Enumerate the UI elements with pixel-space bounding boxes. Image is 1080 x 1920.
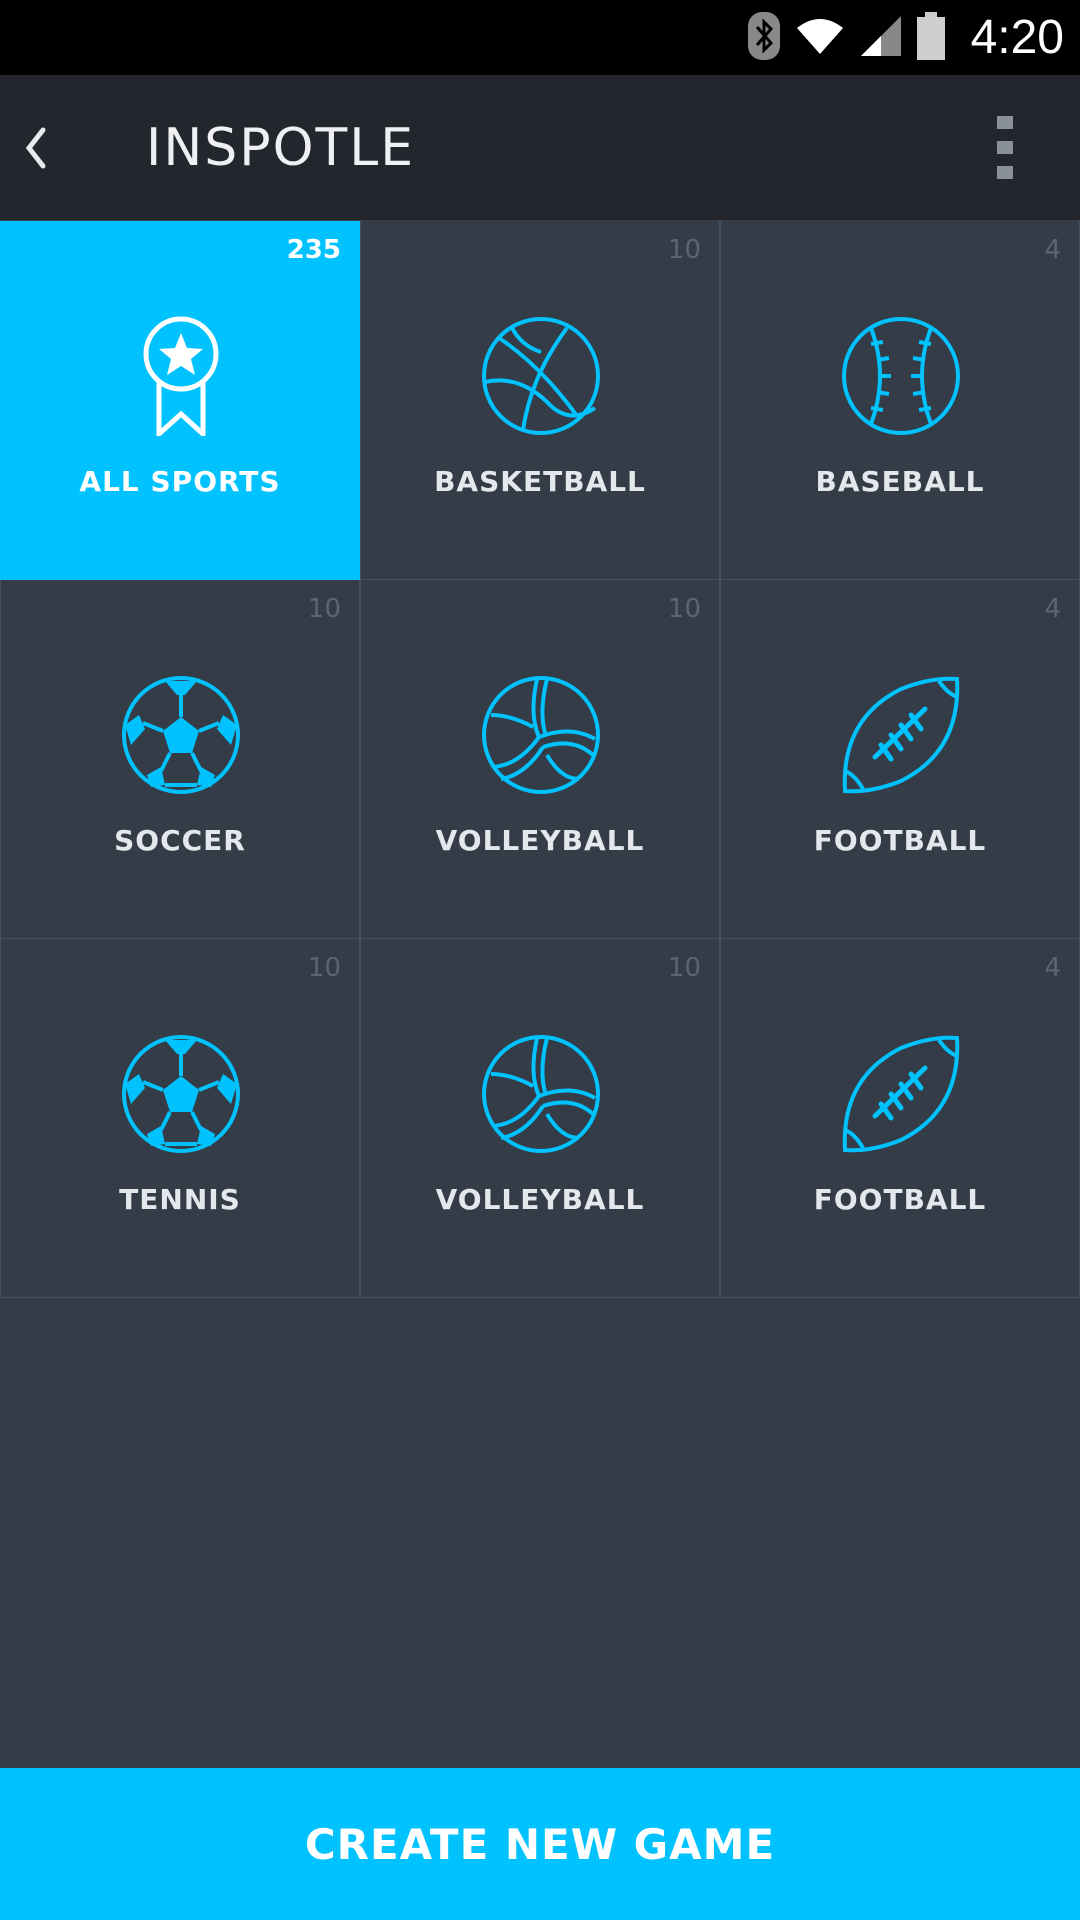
status-icons <box>747 10 945 65</box>
volleyball-icon <box>482 1035 600 1153</box>
tile-label: VOLLEYBALL <box>435 1183 645 1216</box>
tile-label: FOOTBALL <box>813 1183 987 1216</box>
chevron-left-icon <box>25 127 46 168</box>
soccer-ball-icon <box>122 676 240 794</box>
tile-football[interactable]: 4 FOOTBALL <box>720 939 1080 1298</box>
sports-grid: 235 ALL SPORTS 10 BASKETBALL 4 BASEBALL … <box>0 221 1080 1298</box>
tile-count: 4 <box>1044 594 1061 624</box>
volleyball-icon <box>482 676 600 794</box>
tile-count: 235 <box>286 235 341 265</box>
tile-volleyball[interactable]: 10 VOLLEYBALL <box>360 580 720 939</box>
wifi-icon <box>795 16 845 60</box>
back-button[interactable] <box>0 75 70 220</box>
tile-count: 10 <box>667 235 701 265</box>
overflow-menu-button[interactable] <box>975 105 1035 190</box>
tile-label: FOOTBALL <box>813 824 987 857</box>
tile-label: TENNIS <box>119 1183 241 1216</box>
tile-basketball[interactable]: 10 BASKETBALL <box>360 221 720 580</box>
tile-count: 4 <box>1044 953 1061 983</box>
tile-football[interactable]: 4 FOOTBALL <box>720 580 1080 939</box>
tile-label: VOLLEYBALL <box>435 824 645 857</box>
football-icon <box>842 1035 960 1153</box>
soccer-ball-icon <box>122 1035 240 1153</box>
tile-count: 10 <box>307 953 341 983</box>
status-time: 4:20 <box>970 11 1064 64</box>
tile-count: 10 <box>307 594 341 624</box>
tile-volleyball[interactable]: 10 VOLLEYBALL <box>360 939 720 1298</box>
page-title: INSPOTLE <box>146 118 416 178</box>
signal-icon <box>859 14 903 62</box>
bluetooth-icon <box>747 11 781 65</box>
tile-label: ALL SPORTS <box>79 465 281 498</box>
baseball-icon <box>842 317 960 435</box>
tile-count: 10 <box>667 953 701 983</box>
tile-baseball[interactable]: 4 BASEBALL <box>720 221 1080 580</box>
tile-soccer[interactable]: 10 SOCCER <box>0 580 360 939</box>
tile-label: BASKETBALL <box>434 465 646 498</box>
create-new-game-button[interactable]: CREATE NEW GAME <box>0 1768 1080 1920</box>
battery-icon <box>917 11 945 64</box>
tile-count: 4 <box>1044 235 1061 265</box>
football-icon <box>842 676 960 794</box>
status-bar: 4:20 <box>0 0 1080 75</box>
app-bar: INSPOTLE <box>0 75 1080 220</box>
tile-label: SOCCER <box>114 824 246 857</box>
basketball-icon <box>482 317 600 435</box>
more-vertical-icon <box>997 115 1013 179</box>
tile-tennis[interactable]: 10 TENNIS <box>0 939 360 1298</box>
award-ribbon-icon <box>143 316 219 436</box>
tile-count: 10 <box>667 594 701 624</box>
tile-label: BASEBALL <box>815 465 985 498</box>
tile-all-sports[interactable]: 235 ALL SPORTS <box>0 221 360 580</box>
